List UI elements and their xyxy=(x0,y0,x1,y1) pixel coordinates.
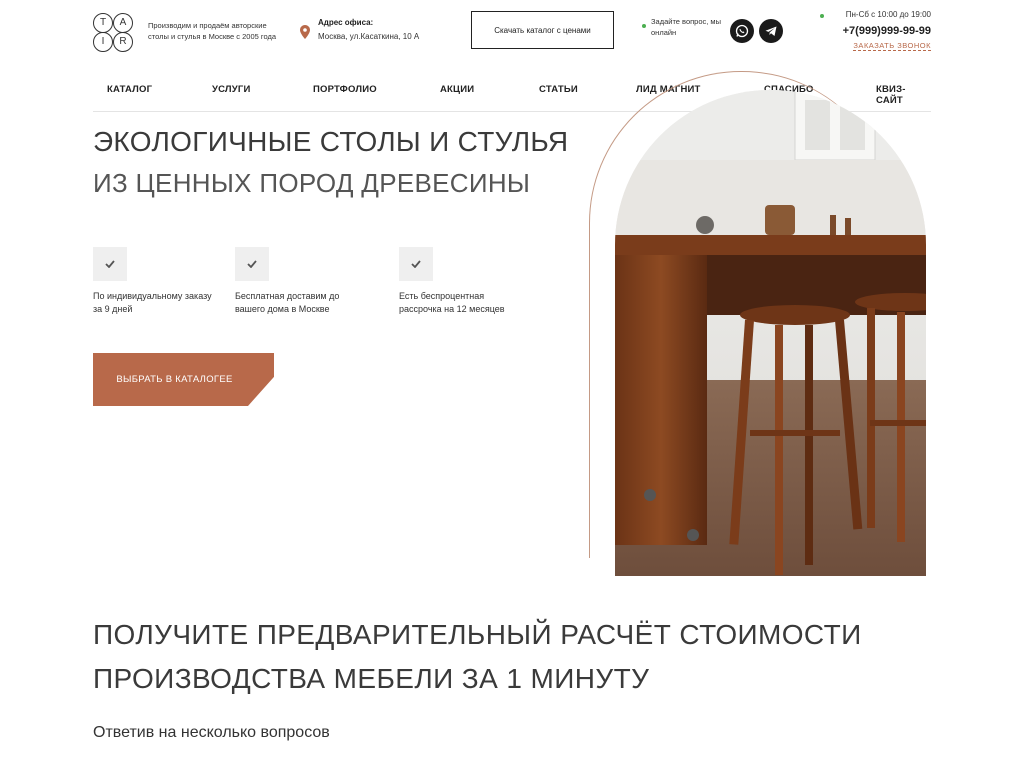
check-icon xyxy=(399,247,433,281)
logo-letter: T xyxy=(93,13,113,33)
nav-item-portfolio[interactable]: ПОРТФОЛИО xyxy=(313,84,377,95)
hero-title-line2: ИЗ ЦЕННЫХ ПОРОД ДРЕВЕСИНЫ xyxy=(93,168,531,198)
online-text: Задайте вопрос, мы онлайн xyxy=(651,17,721,37)
nav-item-services[interactable]: УСЛУГИ xyxy=(212,84,251,95)
hero-title-line1: ЭКОЛОГИЧНЫЕ СТОЛЫ И СТУЛЬЯ xyxy=(93,126,569,157)
nav-item-articles[interactable]: СТАТЬИ xyxy=(539,84,578,95)
telegram-icon[interactable] xyxy=(759,19,783,43)
logo-letter: I xyxy=(93,32,113,52)
feature-text: Бесплатная доставим до вашего дома в Мос… xyxy=(235,291,340,314)
logo-letter: R xyxy=(113,32,133,52)
hours-status-icon xyxy=(820,14,824,18)
choose-in-catalog-button[interactable]: ВЫБРАТЬ В КАТАЛОГЕЕ xyxy=(93,353,274,406)
address-value: Москва, ул.Касаткина, 10 А xyxy=(318,32,420,41)
hero-photo xyxy=(615,90,926,576)
check-icon xyxy=(235,247,269,281)
calc-subtitle: Ответив на несколько вопросов xyxy=(93,724,330,741)
feature-text: По индивидуальному заказу за 9 дней xyxy=(93,291,212,314)
download-catalog-button[interactable]: Скачать каталог с ценами xyxy=(471,11,614,49)
callback-link[interactable]: ЗАКАЗАТЬ ЗВОНОК xyxy=(820,41,931,51)
calc-title-line1: ПОЛУЧИТЕ ПРЕДВАРИТЕЛЬНЫЙ РАСЧЁТ СТОИМОСТ… xyxy=(93,619,862,650)
whatsapp-icon[interactable] xyxy=(730,19,754,43)
logo[interactable]: T A I R xyxy=(93,13,135,52)
online-status-icon xyxy=(642,24,646,28)
phone-number[interactable]: +7(999)999-99-99 xyxy=(800,25,931,37)
logo-letter: A xyxy=(113,13,133,33)
calc-title-line2: ПРОИЗВОДСТВА МЕБЕЛИ ЗА 1 МИНУТУ xyxy=(93,663,650,694)
company-tagline: Производим и продаём авторские столы и с… xyxy=(148,21,276,41)
nav-item-promotions[interactable]: АКЦИИ xyxy=(440,84,474,95)
feature-text: Есть беспроцентная рассрочка на 12 месяц… xyxy=(399,291,505,314)
callback-label: ЗАКАЗАТЬ ЗВОНОК xyxy=(853,41,931,51)
nav-item-quiz-site[interactable]: КВИЗ-САЙТ xyxy=(876,84,931,106)
working-hours: Пн-Сб с 10:00 до 19:00 xyxy=(845,10,931,19)
location-pin-icon xyxy=(300,25,310,39)
check-icon xyxy=(93,247,127,281)
nav-item-catalog[interactable]: КАТАЛОГ xyxy=(107,84,152,95)
address-label: Адрес офиса: xyxy=(318,18,374,27)
